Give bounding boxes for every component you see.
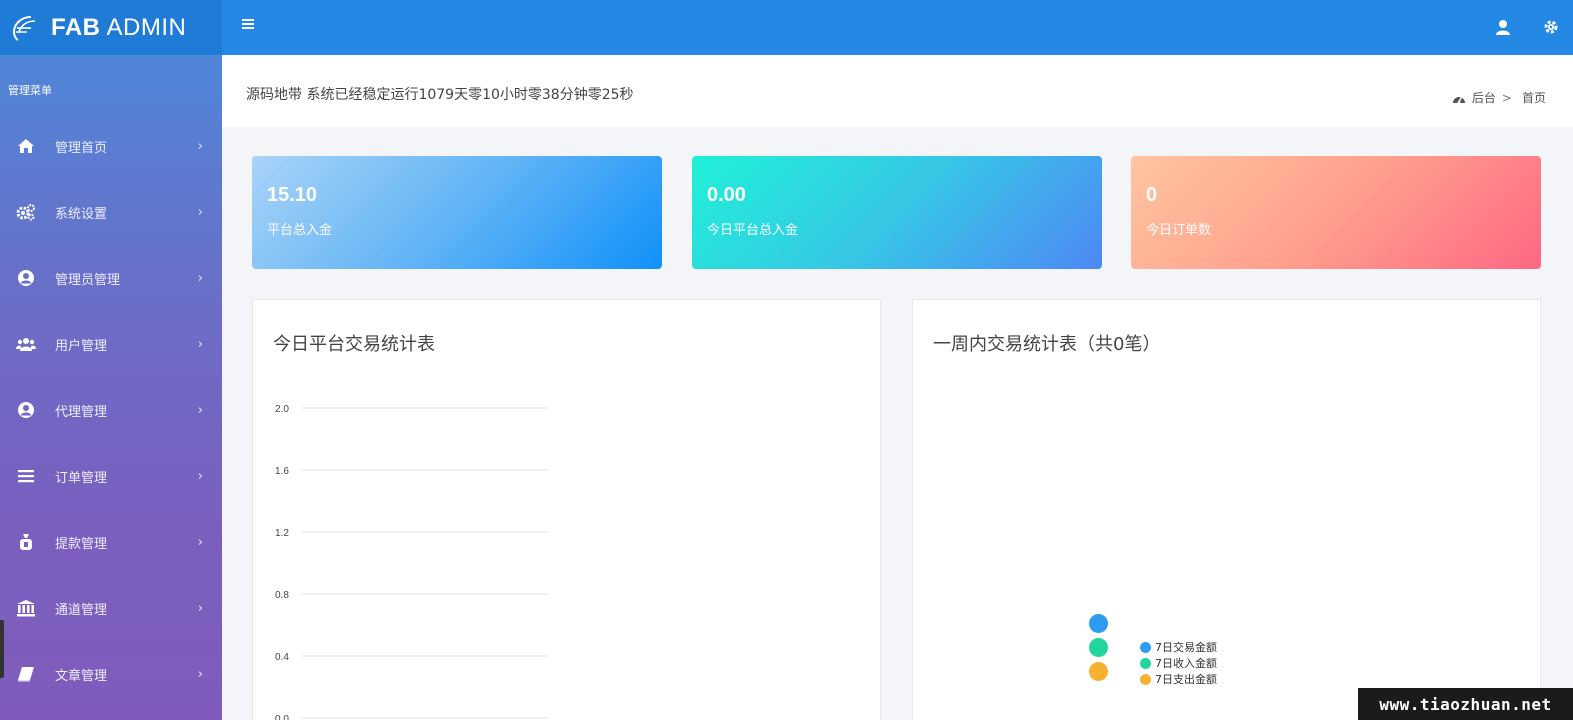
chevron-right-icon: ›	[197, 138, 203, 154]
sidebar-item-label: 文章管理	[55, 668, 108, 684]
chevron-right-icon: ›	[197, 402, 203, 418]
today-transaction-panel: 今日平台交易统计表 2.0 1.6 1.2 0.8 0.4 0.0	[252, 299, 881, 720]
stat-card-today-orders: 0 今日订单数	[1131, 156, 1541, 269]
series-marker	[1089, 614, 1108, 633]
user-icon[interactable]	[1494, 18, 1512, 36]
sidebar-item-label: 系统设置	[55, 206, 108, 222]
sidebar-item-withdrawal-management[interactable]: 提款管理 ›	[0, 509, 222, 575]
chevron-right-icon: ›	[197, 666, 203, 682]
watermark: www.tiaozhuan.net	[1358, 688, 1573, 720]
stat-value: 15.10	[267, 184, 318, 206]
week-transaction-chart: 7日交易金额 7日收入金额 7日支出金额	[913, 300, 1542, 720]
sidebar-item-agent-management[interactable]: 代理管理 ›	[0, 377, 222, 443]
y-tick-label: 0.4	[275, 652, 289, 663]
legend-label: 7日支出金额	[1155, 673, 1217, 686]
stat-card-total-deposit: 15.10 平台总入金	[252, 156, 662, 269]
settings-gear-icon[interactable]	[1542, 18, 1560, 36]
sidebar-item-label: 用户管理	[55, 338, 108, 354]
sidebar-item-label: 管理员管理	[55, 272, 121, 288]
chevron-right-icon: ›	[197, 204, 203, 220]
sidebar-heading: 管理菜单	[8, 84, 52, 97]
legend-label: 7日收入金额	[1155, 657, 1217, 670]
series-marker	[1089, 638, 1108, 657]
legend-item[interactable]: 7日收入金额	[1140, 655, 1217, 671]
y-tick-label: 0.0	[275, 714, 289, 720]
dashboard-icon	[1452, 95, 1465, 103]
money-bag-icon	[15, 531, 37, 553]
book-icon	[15, 663, 37, 685]
list-icon	[15, 465, 37, 487]
breadcrumb-root-link[interactable]: 后台	[1472, 89, 1496, 106]
y-tick-label: 1.6	[275, 466, 289, 477]
chevron-right-icon: ›	[197, 534, 203, 550]
stat-value: 0	[1146, 184, 1158, 206]
sidebar-item-system-settings[interactable]: 系统设置 ›	[0, 179, 222, 245]
stat-label: 今日订单数	[1146, 223, 1212, 238]
stat-label: 今日平台总入金	[707, 223, 799, 238]
series-marker	[1089, 662, 1108, 681]
stat-card-today-deposit: 0.00 今日平台总入金	[692, 156, 1102, 269]
legend-dot	[1140, 641, 1151, 653]
sidebar-item-article-management[interactable]: 文章管理 ›	[0, 641, 222, 707]
brand[interactable]: FAB ADMIN	[0, 0, 222, 55]
sidebar-item-channel-management[interactable]: 通道管理 ›	[0, 575, 222, 641]
bank-icon	[15, 597, 37, 619]
breadcrumb-current: 首页	[1521, 91, 1546, 105]
legend-dot	[1140, 657, 1151, 669]
sidebar-edge-handle[interactable]	[0, 620, 4, 678]
user-circle-icon	[15, 267, 37, 289]
sidebar-item-order-management[interactable]: 订单管理 ›	[0, 443, 222, 509]
y-tick-label: 1.2	[275, 528, 289, 539]
sidebar-item-label: 订单管理	[55, 470, 108, 486]
panel-title: 今日平台交易统计表	[273, 334, 435, 355]
today-transaction-chart: 2.0 1.6 1.2 0.8 0.4 0.0	[275, 404, 548, 720]
uptime-text: 源码地带 系统已经稳定运行1079天零10小时零38分钟零25秒	[246, 87, 634, 103]
chevron-right-icon: ›	[197, 600, 203, 616]
sidebar-item-user-management[interactable]: 用户管理 ›	[0, 311, 222, 377]
sidebar-item-label: 管理首页	[55, 140, 108, 156]
page-header: 源码地带 系统已经稳定运行1079天零10小时零38分钟零25秒 后台 > 首页	[222, 55, 1573, 127]
top-navbar: FAB ADMIN	[0, 0, 1573, 55]
legend-item[interactable]: 7日支出金额	[1140, 671, 1217, 687]
home-icon	[15, 135, 37, 157]
chevron-right-icon: ›	[197, 270, 203, 286]
brand-name-light: ADMIN	[106, 13, 187, 41]
sidebar-item-home[interactable]: 管理首页 ›	[0, 113, 222, 179]
week-transaction-panel: 一周内交易统计表（共0笔） 7日交易金额 7日收入金额 7日支出金额	[912, 299, 1541, 720]
sidebar-item-label: 提款管理	[55, 536, 108, 552]
sidebar: 管理菜单 管理首页 › 系统设置 › 管理员管理 › 用户管理 › 代理管理 ›…	[0, 55, 222, 720]
y-tick-label: 0.8	[275, 590, 289, 601]
y-tick-label: 2.0	[275, 404, 289, 415]
brand-logo-icon	[12, 15, 36, 41]
legend-dot	[1140, 673, 1151, 685]
sidebar-item-admin-management[interactable]: 管理员管理 ›	[0, 245, 222, 311]
chevron-right-icon: ›	[197, 336, 203, 352]
chevron-right-icon: ›	[197, 468, 203, 484]
stat-value: 0.00	[707, 184, 746, 206]
brand-name-bold: FAB	[51, 13, 101, 41]
sidebar-item-label: 代理管理	[55, 404, 108, 420]
stat-label: 平台总入金	[267, 223, 333, 238]
breadcrumb-separator: >	[1501, 90, 1512, 105]
sidebar-item-label: 通道管理	[55, 602, 108, 618]
legend-item[interactable]: 7日交易金额	[1140, 639, 1217, 655]
gears-icon	[15, 201, 37, 223]
legend-label: 7日交易金额	[1155, 641, 1217, 654]
menu-toggle-icon[interactable]	[241, 16, 257, 32]
user-circle-icon	[15, 399, 37, 421]
users-icon	[15, 333, 37, 355]
breadcrumb: 后台 > 首页	[1452, 89, 1546, 106]
